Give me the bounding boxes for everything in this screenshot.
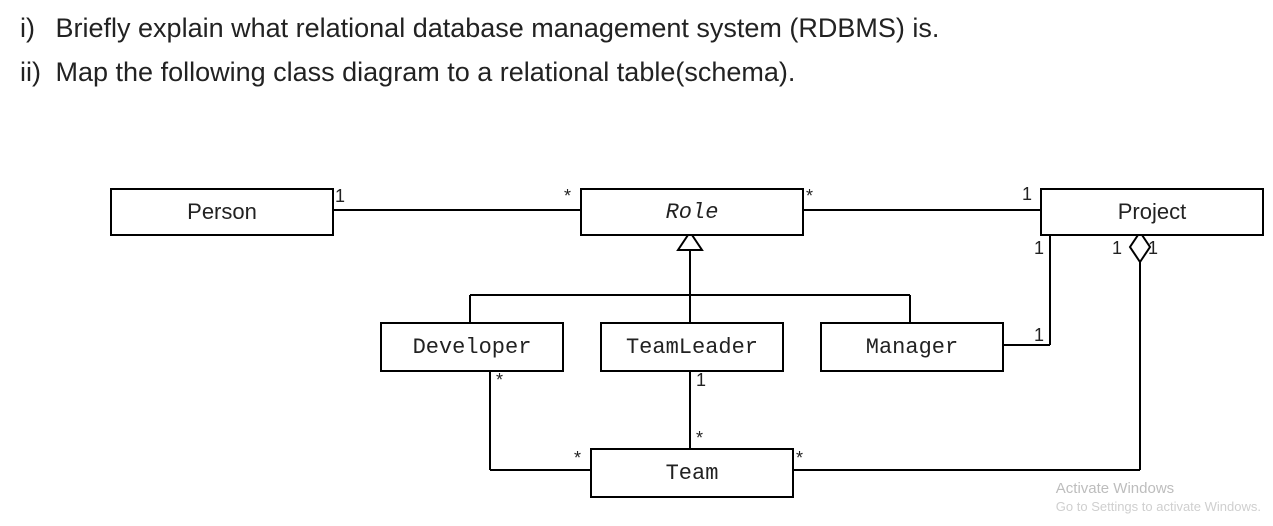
mult-project-team-project: 1 [1112, 238, 1122, 259]
mult-project-left: 1 [1022, 184, 1032, 205]
watermark-line2: Go to Settings to activate Windows. [1056, 498, 1261, 516]
mult-aggregation-top: 1 [1148, 238, 1158, 259]
mult-role-left: * [564, 186, 571, 207]
class-role-label: Role [666, 200, 719, 225]
class-team-label: Team [666, 461, 719, 486]
question-i-number: i) [20, 6, 48, 50]
class-teamleader-label: TeamLeader [626, 335, 758, 360]
class-person-label: Person [187, 199, 257, 225]
mult-dev-team-team: * [574, 448, 581, 469]
mult-manager-project-manager: 1 [1034, 325, 1044, 346]
class-teamleader: TeamLeader [600, 322, 784, 372]
class-manager: Manager [820, 322, 1004, 372]
class-project: Project [1040, 188, 1264, 236]
class-diagram: Person Role Project Developer TeamLeader… [0, 150, 1273, 526]
question-ii-text: Map the following class diagram to a rel… [56, 57, 796, 87]
class-person: Person [110, 188, 334, 236]
question-ii: ii) Map the following class diagram to a… [20, 50, 1273, 94]
question-ii-number: ii) [20, 50, 48, 94]
mult-person-side: 1 [335, 186, 345, 207]
question-i-text: Briefly explain what relational database… [56, 13, 940, 43]
watermark-line1: Activate Windows [1056, 480, 1261, 498]
class-role: Role [580, 188, 804, 236]
class-team: Team [590, 448, 794, 498]
question-i: i) Briefly explain what relational datab… [20, 6, 1273, 50]
windows-activation-watermark: Activate Windows Go to Settings to activ… [1056, 480, 1261, 516]
mult-role-right: * [806, 186, 813, 207]
mult-tl-team-team: * [696, 428, 703, 449]
class-manager-label: Manager [866, 335, 958, 360]
class-developer: Developer [380, 322, 564, 372]
class-project-label: Project [1118, 199, 1186, 225]
class-developer-label: Developer [413, 335, 532, 360]
mult-tl-team-tl: 1 [696, 370, 706, 391]
page: i) Briefly explain what relational datab… [0, 0, 1273, 526]
mult-manager-project-project: 1 [1034, 238, 1044, 259]
mult-project-team-team: * [796, 448, 803, 469]
mult-dev-team-dev: * [496, 370, 503, 391]
